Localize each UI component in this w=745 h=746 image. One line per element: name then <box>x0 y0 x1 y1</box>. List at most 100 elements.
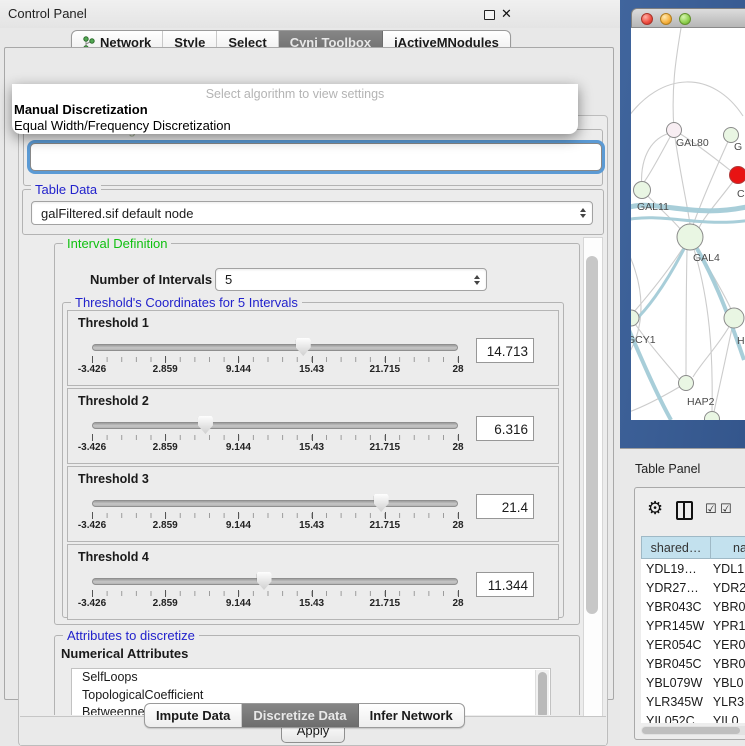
cell-shared-name[interactable]: YDR27… <box>641 581 707 595</box>
restore-window-icon[interactable] <box>484 10 495 20</box>
cell-shared-name[interactable]: YIL052C <box>641 714 707 724</box>
slider-tick-label: -3.426 <box>78 598 106 609</box>
algorithm-combo[interactable] <box>30 143 602 171</box>
settings-scrollbar[interactable] <box>583 237 603 717</box>
slider-tick-label: 21.715 <box>370 442 401 453</box>
cell-name[interactable]: YER0 <box>707 638 745 652</box>
threshold-value-field[interactable]: 14.713 <box>476 338 534 363</box>
column-header-name[interactable]: na <box>711 536 745 559</box>
thresholds-group: Threshold's Coordinates for 5 Intervals … <box>62 302 564 618</box>
slider-major-tick <box>312 590 313 597</box>
slider-track[interactable] <box>92 500 458 507</box>
table-row[interactable]: YBL079WYBL0 <box>641 673 745 692</box>
split-columns-icon[interactable] <box>676 501 693 520</box>
tab-discretize-data[interactable]: Discretize Data <box>242 704 358 727</box>
table-row[interactable]: YBR045CYBR0 <box>641 654 745 673</box>
slider-thumb[interactable] <box>257 572 272 590</box>
table-row[interactable]: YIL052CYIL0 <box>641 711 745 723</box>
cell-name[interactable]: YBR0 <box>707 657 745 671</box>
threshold-slider[interactable]: -3.4262.8599.14415.4321.71528 <box>92 413 458 459</box>
slider-thumb[interactable] <box>198 416 213 434</box>
number-of-intervals-combo[interactable]: 5 <box>215 268 487 291</box>
close-traffic-light[interactable] <box>641 13 653 25</box>
threshold-slider[interactable]: -3.4262.8599.14415.4321.71528 <box>92 569 458 615</box>
cell-shared-name[interactable]: YBR043C <box>641 600 707 614</box>
checkbox-icon[interactable]: ☑ <box>705 501 717 517</box>
table-rows: YDL19…YDL1YDR27…YDR2YBR043CYBR0YPR145WYP… <box>641 559 745 723</box>
slider-tick-label: 2.859 <box>153 442 178 453</box>
slider-tick-label: 28 <box>452 598 463 609</box>
attributes-list-scrollbar[interactable] <box>535 670 549 715</box>
network-node-green[interactable] <box>631 310 639 326</box>
tab-impute-data[interactable]: Impute Data <box>145 704 242 727</box>
slider-minor-ticks <box>92 591 458 596</box>
cell-name[interactable]: YDR2 <box>707 581 745 595</box>
network-edge <box>633 237 690 313</box>
slider-tick-label: 15.43 <box>299 442 324 453</box>
attribute-item[interactable]: TopologicalCoefficient <box>72 687 550 705</box>
slider-thumb[interactable] <box>374 494 389 512</box>
cell-name[interactable]: YIL0 <box>707 714 745 724</box>
threshold-value-field[interactable]: 11.344 <box>476 572 534 597</box>
slider-minor-ticks <box>92 513 458 518</box>
slider-track[interactable] <box>92 422 458 429</box>
column-header-shared[interactable]: shared… <box>641 536 711 559</box>
minimize-traffic-light[interactable] <box>660 13 672 25</box>
threshold-slider[interactable]: -3.4262.8599.14415.4321.71528 <box>92 335 458 381</box>
slider-thumb[interactable] <box>296 338 311 356</box>
table-row[interactable]: YDR27…YDR2 <box>641 578 745 597</box>
cell-shared-name[interactable]: YDL19… <box>641 562 707 576</box>
cell-name[interactable]: YDL1 <box>707 562 745 576</box>
network-node-pink[interactable] <box>667 123 682 138</box>
settings-scrollbar-thumb[interactable] <box>586 256 598 614</box>
tab-label: Impute Data <box>156 708 230 723</box>
algorithm-option[interactable]: Manual Discretization <box>14 102 580 118</box>
cell-shared-name[interactable]: YPR145W <box>641 619 707 633</box>
gear-icon[interactable]: ⚙ <box>647 499 663 517</box>
cell-name[interactable]: YBR0 <box>707 600 745 614</box>
numerical-attributes-label: Numerical Attributes <box>61 646 188 661</box>
threshold-value-field[interactable]: 6.316 <box>476 416 534 441</box>
slider-track[interactable] <box>92 344 458 351</box>
table-row[interactable]: YPR145WYPR1 <box>641 616 745 635</box>
table-row[interactable]: YER054CYER0 <box>641 635 745 654</box>
cell-name[interactable]: YPR1 <box>707 619 745 633</box>
network-node-green[interactable] <box>724 308 744 328</box>
cell-name[interactable]: YLR3 <box>707 695 745 709</box>
network-view-panel: GAL80GCGAL11GAL4GCY1HHAP2 <box>620 0 745 448</box>
network-node-green[interactable] <box>677 224 703 250</box>
network-node-green[interactable] <box>634 182 651 199</box>
table-hscrollbar[interactable] <box>641 726 745 735</box>
table-data-combo[interactable]: galFiltered.sif default node <box>31 201 593 225</box>
slider-major-tick <box>238 434 239 441</box>
checkbox-icon[interactable]: ☑ <box>720 501 732 517</box>
network-window-titlebar[interactable] <box>631 8 745 28</box>
slider-track[interactable] <box>92 578 458 585</box>
threshold-panel: Threshold 1-3.4262.8599.14415.4321.71528… <box>67 310 559 386</box>
algorithm-option[interactable]: Equal Width/Frequency Discretization <box>14 118 580 134</box>
table-row[interactable]: YDL19…YDL1 <box>641 559 745 578</box>
network-node-red[interactable] <box>730 167 745 184</box>
cell-shared-name[interactable]: YER054C <box>641 638 707 652</box>
number-of-intervals-value: 5 <box>225 272 474 287</box>
network-canvas[interactable]: GAL80GCGAL11GAL4GCY1HHAP2 <box>631 28 745 420</box>
settings-scroll-viewport: Interval Definition Number of Intervals … <box>22 237 584 715</box>
cell-shared-name[interactable]: YBR045C <box>641 657 707 671</box>
threshold-slider[interactable]: -3.4262.8599.14415.4321.71528 <box>92 491 458 537</box>
cell-name[interactable]: YBL0 <box>707 676 745 690</box>
network-node-green[interactable] <box>679 376 694 391</box>
threshold-panel: Threshold 3-3.4262.8599.14415.4321.71528… <box>67 466 559 542</box>
table-row[interactable]: YBR043CYBR0 <box>641 597 745 616</box>
network-node-label: GCY1 <box>631 334 656 346</box>
tab-infer-network[interactable]: Infer Network <box>359 704 464 727</box>
network-node-green[interactable] <box>705 412 720 421</box>
close-icon[interactable]: ✕ <box>501 6 512 22</box>
table-row[interactable]: YLR345WYLR3 <box>641 692 745 711</box>
threshold-value-field[interactable]: 21.4 <box>476 494 534 519</box>
attribute-item[interactable]: SelfLoops <box>72 669 550 687</box>
slider-major-tick <box>312 434 313 441</box>
cell-shared-name[interactable]: YBL079W <box>641 676 707 690</box>
zoom-traffic-light[interactable] <box>679 13 691 25</box>
network-node-label: HAP2 <box>687 396 715 408</box>
cell-shared-name[interactable]: YLR345W <box>641 695 707 709</box>
